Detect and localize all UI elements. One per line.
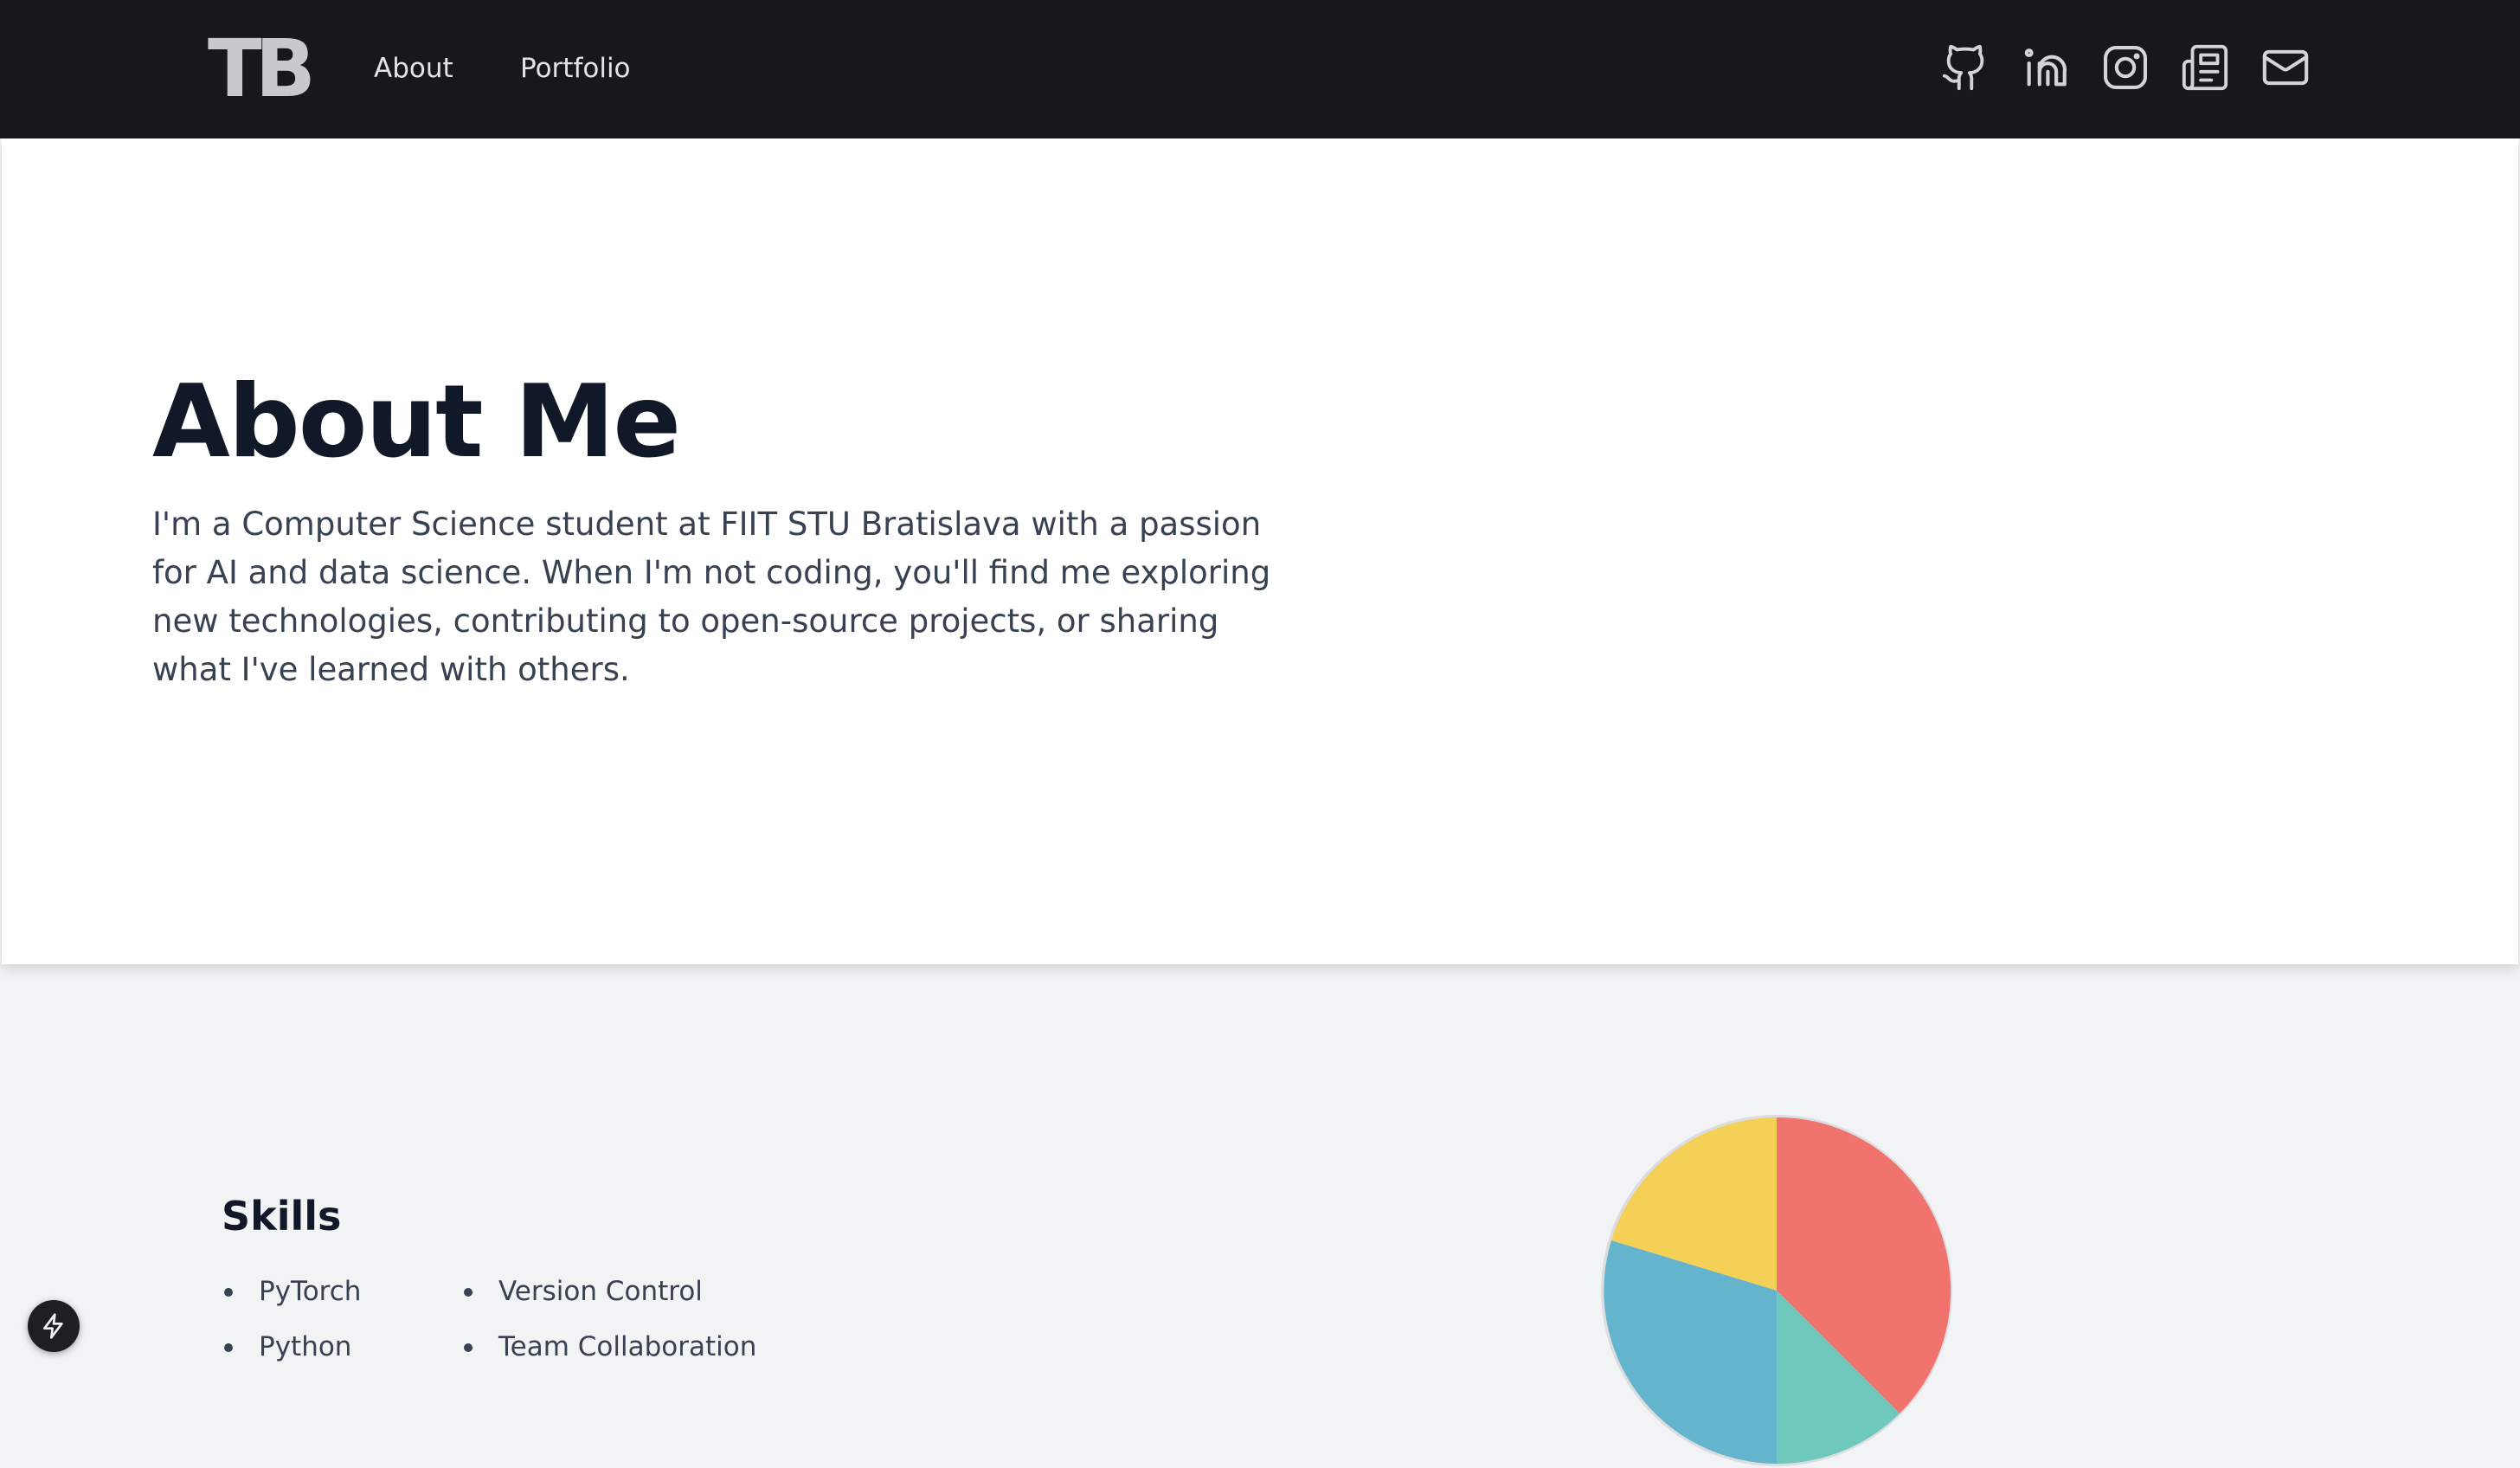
mail-icon [2262,49,2309,86]
linkedin-link[interactable] [2018,40,2073,95]
site-logo[interactable]: TB [208,29,316,109]
lightning-icon [43,1313,63,1339]
skill-item: Python [223,1331,352,1362]
page-title: About Me [152,364,681,480]
skills-heading: Skills [222,1193,342,1239]
about-description: I'm a Computer Science student at FIIT S… [152,505,1271,688]
instagram-icon [2103,45,2148,90]
newspaper-icon [2182,44,2228,91]
blog-link[interactable] [2177,40,2233,95]
nav-link-about[interactable]: About [374,50,453,87]
instagram-link[interactable] [2098,40,2153,95]
skill-item: Version Control [464,1276,703,1307]
skills-pie-chart [1601,1115,1952,1466]
navbar: TB About Portfolio [0,0,2520,138]
skill-item: PyTorch [223,1276,362,1307]
skill-item: Team Collaboration [463,1331,757,1362]
nav-link-portfolio[interactable]: Portfolio [520,50,631,87]
about-hero-card: About Me I'm a Computer Science student … [2,138,2518,964]
floating-action-button[interactable] [28,1300,80,1352]
github-link[interactable] [1938,40,1993,95]
email-link[interactable] [2258,40,2313,95]
linkedin-icon [2024,48,2067,87]
github-icon [1942,44,1984,91]
